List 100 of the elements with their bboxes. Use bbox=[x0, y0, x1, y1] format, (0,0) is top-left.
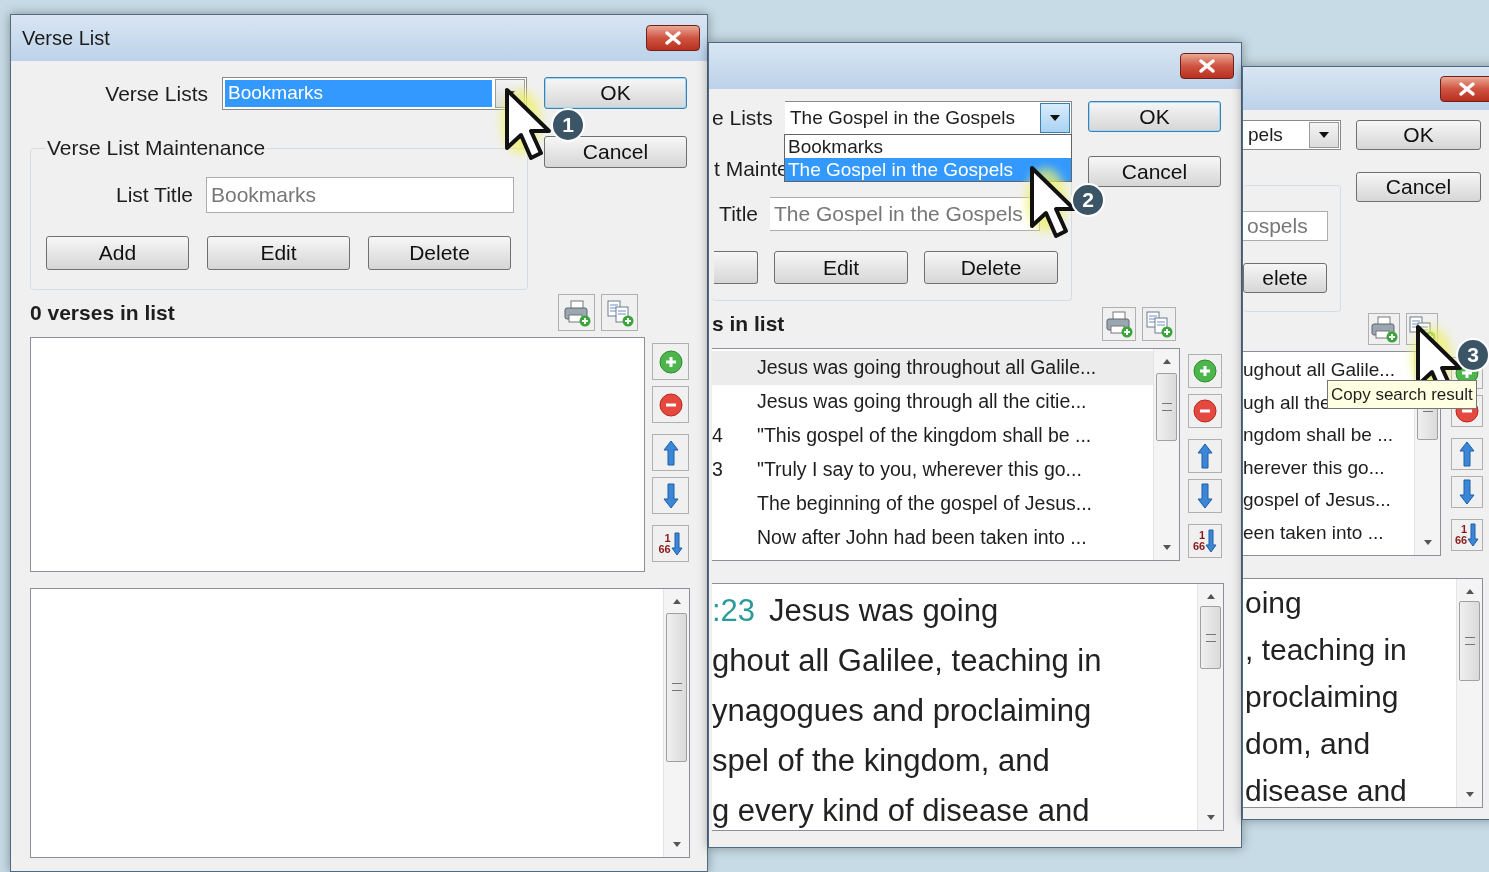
reader-line: Jesus was going bbox=[769, 593, 999, 628]
verse-row[interactable]: Jesus was going through all the citie... bbox=[712, 385, 1153, 419]
reader-line: dom, and bbox=[1245, 726, 1372, 762]
add-button[interactable] bbox=[1188, 354, 1222, 388]
action-button[interactable]: Delete bbox=[368, 236, 511, 270]
down-arrow-icon bbox=[1459, 479, 1475, 505]
reader-line: oing bbox=[1245, 585, 1303, 621]
field-label: e Lists bbox=[712, 105, 772, 132]
down-arrow-icon bbox=[662, 482, 679, 509]
verse-row[interactable]: gospel of Jesus... bbox=[1243, 484, 1414, 517]
printer-icon bbox=[1105, 309, 1133, 338]
copy-icon bbox=[1145, 309, 1173, 338]
verse-text: ngdom shall be ... bbox=[1243, 423, 1393, 447]
sort-button[interactable]: 1 66 bbox=[1188, 524, 1222, 558]
verse-reference: :23 bbox=[712, 593, 756, 628]
move-down-button[interactable] bbox=[652, 477, 689, 514]
verse-row[interactable]: herever this go... bbox=[1243, 451, 1414, 484]
scrollbar[interactable] bbox=[1197, 584, 1223, 830]
verse-text: Now after John had been taken into ... bbox=[757, 525, 1087, 551]
print-button[interactable] bbox=[1102, 306, 1136, 341]
minus-circle-icon bbox=[1192, 398, 1218, 424]
cancel-button[interactable]: Cancel bbox=[1088, 156, 1221, 187]
move-down-button[interactable] bbox=[1451, 476, 1483, 508]
copy-button[interactable] bbox=[601, 294, 638, 331]
verse-text: herever this go... bbox=[1243, 455, 1385, 480]
close-icon bbox=[663, 30, 683, 46]
verse-text: "This gospel of the kingdom shall be ... bbox=[757, 423, 1092, 449]
move-up-button[interactable] bbox=[1188, 439, 1222, 473]
reader-line: g every kind of disease and bbox=[712, 792, 1091, 830]
verse-row[interactable]: The beginning of the gospel of Jesus... bbox=[712, 487, 1153, 521]
up-arrow-icon bbox=[1197, 443, 1213, 469]
verse-text: The beginning of the gospel of Jesus... bbox=[757, 491, 1092, 517]
copy-button[interactable] bbox=[1142, 306, 1176, 341]
window-title: Verse List bbox=[22, 26, 110, 51]
verse-text: ughout all Galile... bbox=[1243, 358, 1396, 382]
printer-icon bbox=[562, 298, 591, 327]
move-up-button[interactable] bbox=[1451, 438, 1483, 470]
printer-icon bbox=[1370, 315, 1398, 343]
field-label: Title bbox=[718, 201, 758, 228]
verse-text: een taken into ... bbox=[1243, 520, 1384, 545]
move-down-button[interactable] bbox=[1188, 479, 1222, 513]
verse-text: Jesus was going through all the citie... bbox=[757, 389, 1087, 415]
reader-line: spel of the kingdom, and bbox=[712, 742, 1051, 780]
up-arrow-icon bbox=[1459, 441, 1475, 467]
verse-row[interactable]: 3 "Truly I say to you, wherever this go... bbox=[712, 453, 1153, 487]
minus-circle-icon bbox=[657, 391, 684, 418]
verse-row[interactable]: een taken into ... bbox=[1243, 516, 1414, 549]
reader-line: disease and bbox=[1245, 773, 1408, 807]
close-icon bbox=[1197, 58, 1217, 74]
move-up-button[interactable] bbox=[652, 434, 689, 471]
reader-line: , teaching in bbox=[1245, 632, 1408, 668]
cancel-button[interactable]: Cancel bbox=[1356, 172, 1481, 202]
up-arrow-icon bbox=[662, 439, 679, 466]
close-button[interactable] bbox=[1440, 75, 1489, 102]
dropdown[interactable]: pels bbox=[1243, 120, 1341, 150]
verse-text: Jesus was going throughout all Galile... bbox=[757, 355, 1097, 381]
verse-reference: 3 bbox=[712, 457, 724, 483]
caret-icon bbox=[1318, 131, 1330, 139]
action-button[interactable]: Delete bbox=[924, 251, 1058, 284]
down-arrow-icon bbox=[1205, 529, 1218, 553]
field-label: Verse Lists bbox=[104, 80, 208, 107]
scrollbar[interactable] bbox=[1153, 349, 1179, 560]
reader-line: proclaiming bbox=[1245, 679, 1400, 715]
scrollbar[interactable] bbox=[1456, 579, 1482, 807]
verse-text: gospel of Jesus... bbox=[1243, 488, 1391, 512]
down-arrow-icon bbox=[1197, 483, 1213, 509]
verse-row[interactable]: ngdom shall be ... bbox=[1243, 419, 1414, 452]
down-arrow-icon bbox=[670, 531, 683, 556]
print-button[interactable] bbox=[1368, 313, 1400, 345]
verse-row[interactable]: Jesus was going throughout all Galile... bbox=[712, 351, 1153, 385]
remove-button[interactable] bbox=[652, 386, 689, 423]
dropdown-option[interactable]: Bookmarks bbox=[785, 135, 1071, 158]
close-button[interactable] bbox=[646, 25, 700, 51]
plus-circle-icon bbox=[657, 348, 684, 375]
plus-circle-icon bbox=[1192, 358, 1218, 384]
action-button[interactable]: Add bbox=[46, 236, 189, 270]
dropdown-button[interactable] bbox=[1309, 122, 1339, 148]
partial-button[interactable] bbox=[714, 251, 758, 284]
ok-button[interactable]: OK bbox=[1356, 120, 1481, 150]
field-label: List Title bbox=[114, 182, 193, 209]
copy-icon bbox=[605, 298, 634, 327]
sort-button[interactable]: 1 66 bbox=[652, 525, 689, 562]
cancel-button[interactable]: Cancel bbox=[544, 136, 687, 168]
ok-button[interactable]: OK bbox=[544, 77, 687, 109]
add-button[interactable] bbox=[652, 343, 689, 380]
reader-line: ynagogues and proclaiming bbox=[712, 692, 1093, 730]
action-button[interactable]: elete bbox=[1243, 263, 1327, 293]
verse-reference: 4 bbox=[712, 423, 724, 449]
dropdown-button[interactable] bbox=[1040, 103, 1070, 133]
verse-row[interactable]: Now after John had been taken into ... bbox=[712, 521, 1153, 555]
action-button[interactable]: Edit bbox=[207, 236, 350, 270]
sort-button[interactable]: 1 66 bbox=[1451, 519, 1483, 551]
ok-button[interactable]: OK bbox=[1088, 101, 1221, 132]
reader-line: ghout all Galilee, teaching in bbox=[712, 642, 1103, 680]
remove-button[interactable] bbox=[1188, 394, 1222, 428]
scrollbar[interactable] bbox=[663, 589, 689, 857]
verse-row[interactable]: 4 "This gospel of the kingdom shall be ... bbox=[712, 419, 1153, 453]
action-button[interactable]: Edit bbox=[774, 251, 908, 284]
close-button[interactable] bbox=[1180, 53, 1234, 79]
print-button[interactable] bbox=[558, 294, 595, 331]
